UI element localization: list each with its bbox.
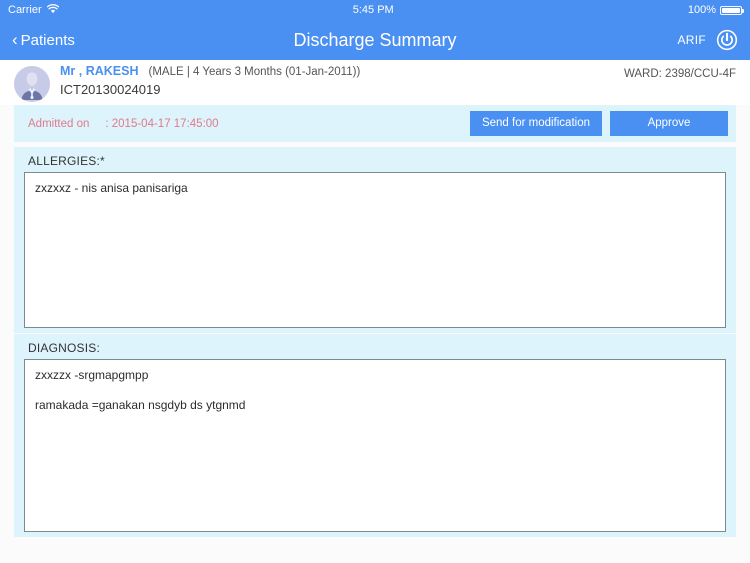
patient-demographics: (MALE | 4 Years 3 Months (01-Jan-2011)) [148, 66, 361, 78]
patient-id: ICT20130024019 [60, 81, 161, 97]
ward-label: WARD: 2398/CCU-4F [623, 68, 736, 80]
patient-name[interactable]: Mr , RAKESH [60, 64, 138, 80]
approve-button[interactable]: Approve [610, 111, 728, 136]
battery-percent-label: 100% [687, 4, 716, 16]
diagnosis-label: DIAGNOSIS: [28, 341, 101, 355]
patient-info: Mr , RAKESH (MALE | 4 Years 3 Months (01… [60, 64, 624, 97]
carrier-label: Carrier [8, 4, 42, 16]
allergies-input[interactable]: zxzxxz - nis anisa panisariga [24, 172, 726, 328]
back-to-patients-button[interactable]: ‹ Patients [12, 29, 75, 49]
status-bar-left: Carrier [8, 3, 59, 17]
status-bar: Carrier 5:45 PM 100% [0, 0, 750, 20]
page-title: Discharge Summary [293, 29, 457, 50]
diagnosis-line: ramakada =ganakan nsgdyb ds ytgnmd [35, 398, 246, 412]
admitted-bar-actions: Send for modification Approve [469, 111, 728, 136]
navigation-bar-right: ARIF [677, 29, 738, 51]
wifi-icon [46, 3, 59, 17]
admitted-on-label: Admitted on [28, 117, 90, 130]
allergies-section: ALLERGIES:* zxzxxz - nis anisa panisarig… [14, 147, 736, 333]
admitted-bar: Admitted on : 2015-04-17 17:45:00 Send f… [14, 105, 736, 142]
logout-button[interactable] [716, 29, 738, 51]
send-for-modification-button[interactable]: Send for modification [469, 111, 602, 136]
discharge-summary-screen: Carrier 5:45 PM 100% ‹ Patients Discharg… [0, 0, 750, 563]
status-bar-right: 100% [687, 4, 744, 16]
diagnosis-line: zxxzzx -srgmapgmpp [35, 368, 149, 382]
allergies-label: ALLERGIES:* [28, 154, 105, 168]
battery-full-icon [720, 5, 744, 15]
allergies-line: zxzxxz - nis anisa panisariga [35, 181, 188, 195]
current-user-label: ARIF [677, 33, 706, 47]
user-avatar-icon [14, 66, 50, 102]
power-icon [716, 29, 738, 51]
back-button-label: Patients [20, 31, 75, 49]
status-bar-time: 5:45 PM [352, 4, 394, 16]
patient-name-row: Mr , RAKESH (MALE | 4 Years 3 Months (01… [60, 64, 624, 80]
avatar [14, 66, 50, 102]
diagnosis-input[interactable]: zxxzzx -srgmapgmpp ramakada =ganakan nsg… [24, 359, 726, 532]
patient-header: Mr , RAKESH (MALE | 4 Years 3 Months (01… [0, 60, 750, 105]
diagnosis-section: DIAGNOSIS: zxxzzx -srgmapgmpp ramakada =… [14, 334, 736, 537]
chevron-left-icon: ‹ [12, 29, 18, 49]
admitted-on-value: : 2015-04-17 17:45:00 [105, 117, 219, 130]
navigation-bar: ‹ Patients Discharge Summary ARIF [0, 20, 750, 60]
